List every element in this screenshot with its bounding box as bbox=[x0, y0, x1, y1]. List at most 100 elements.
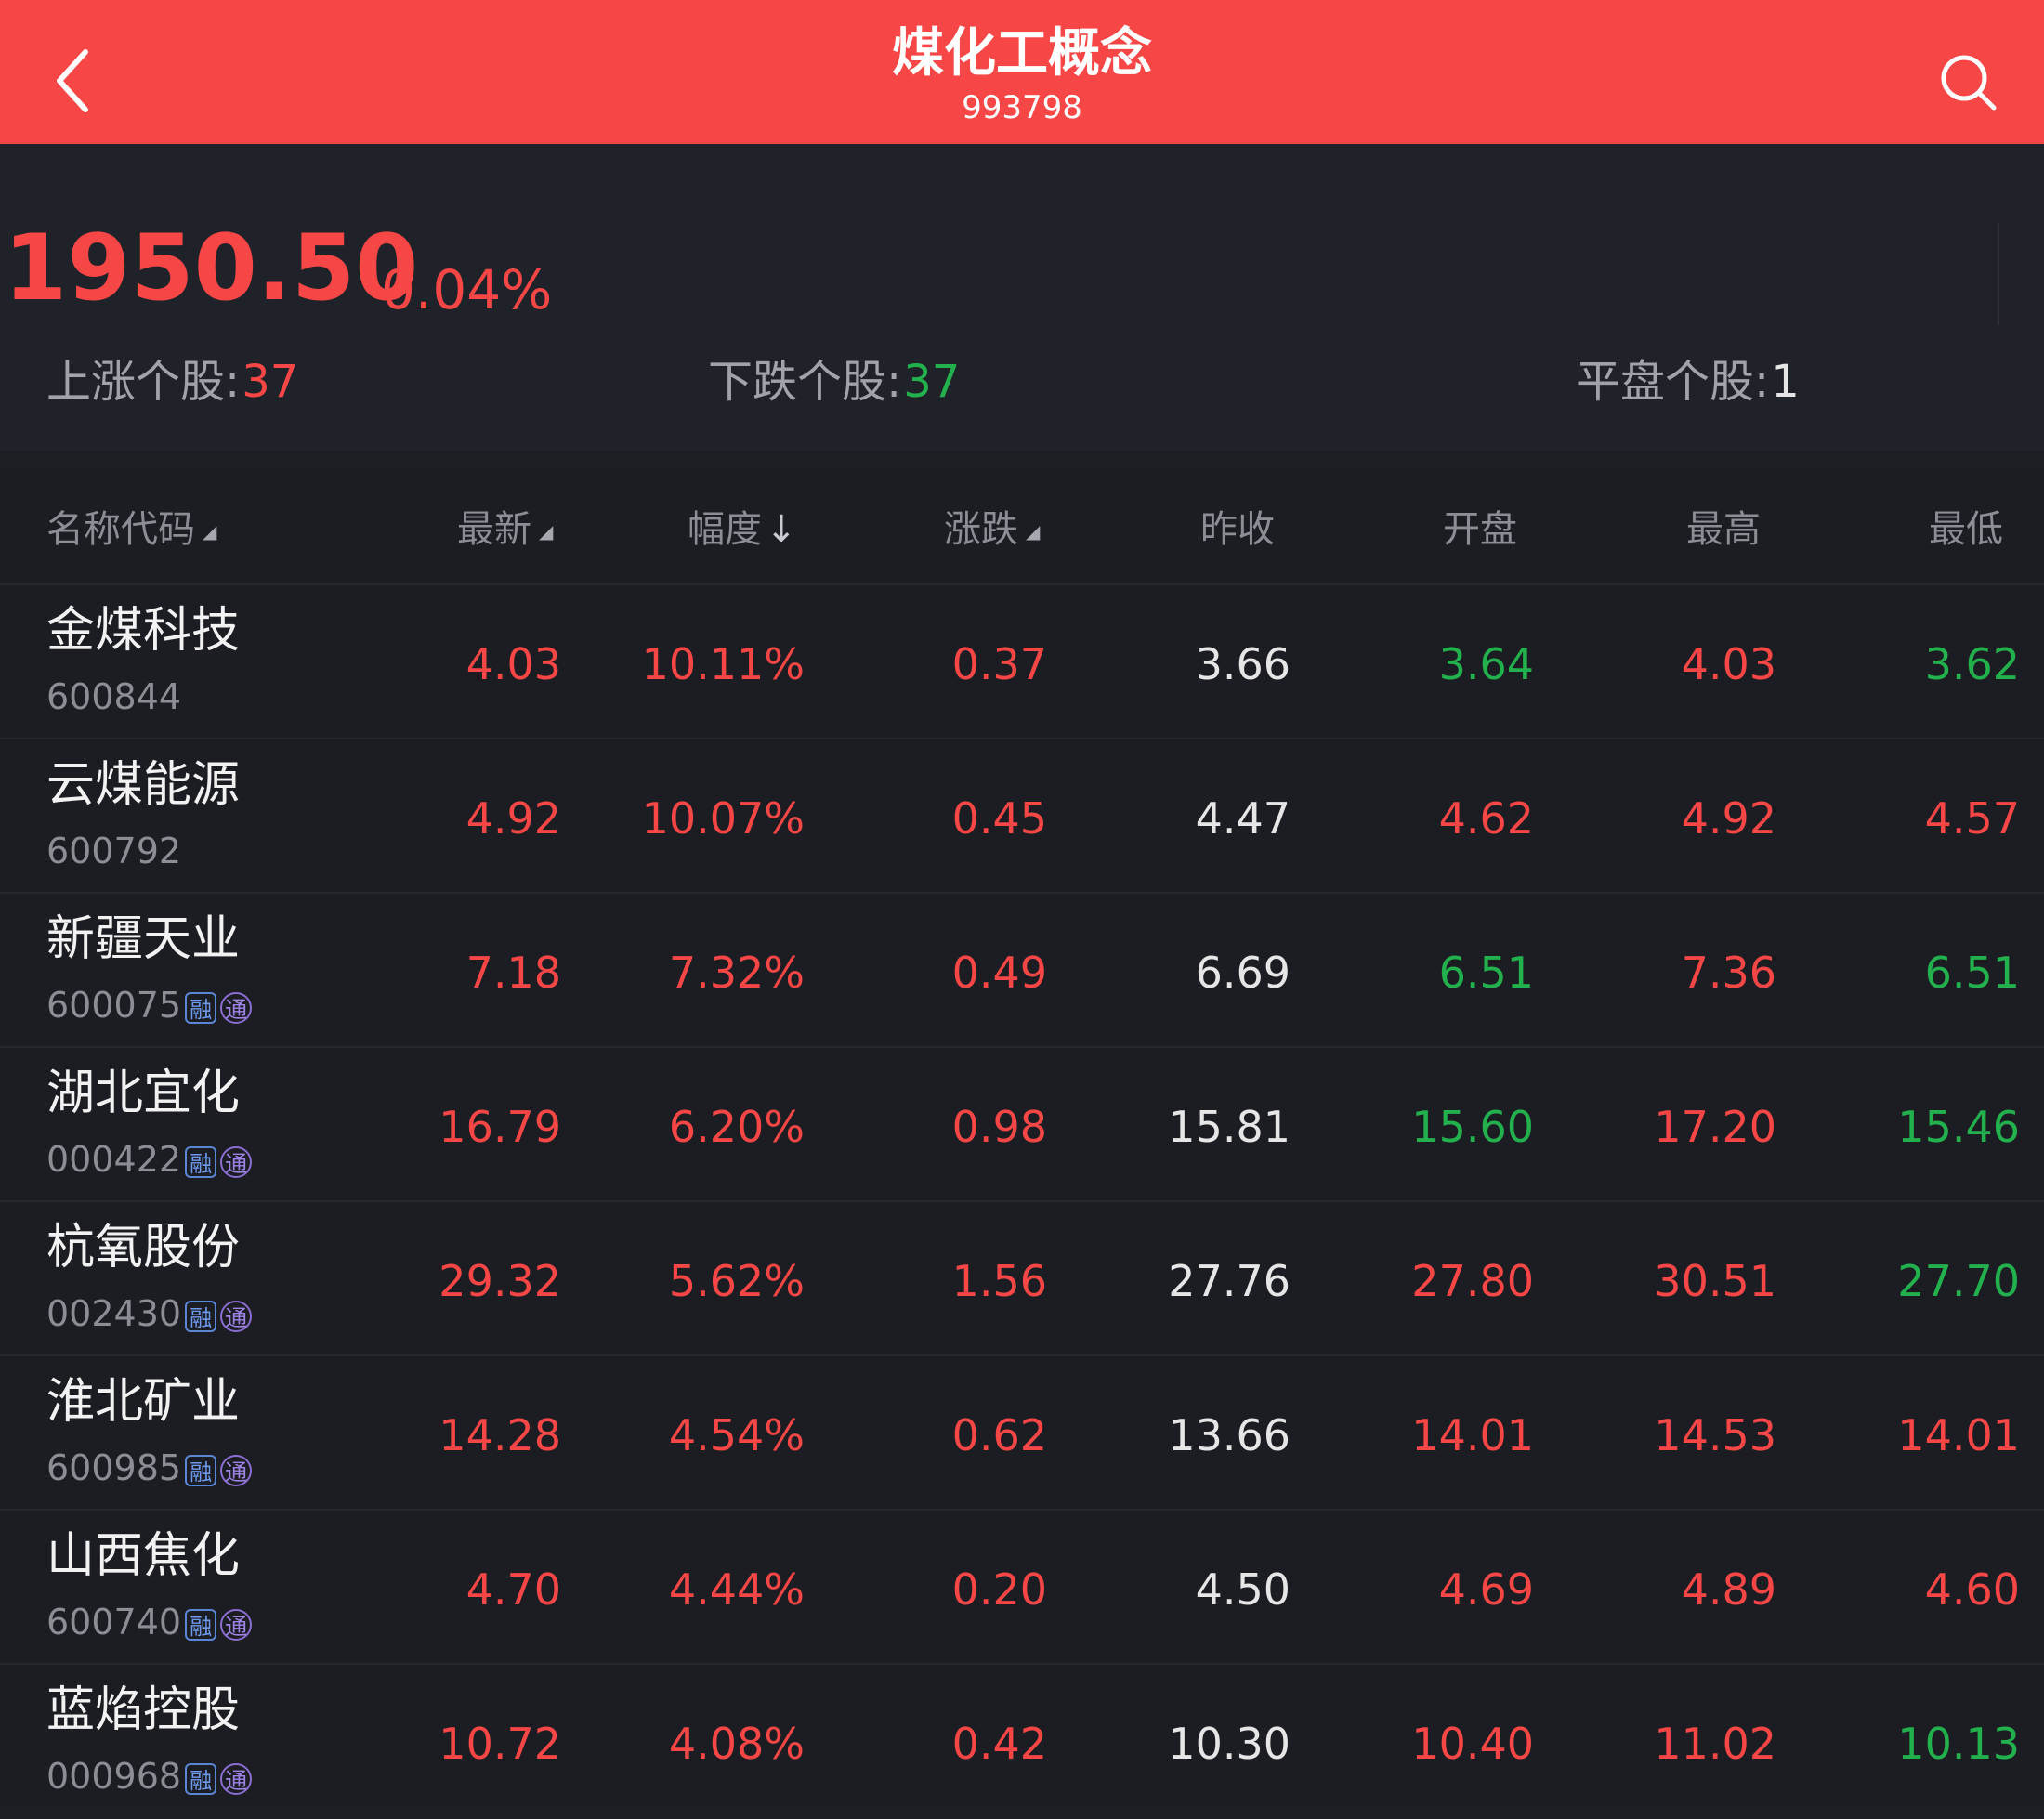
connect-badge: 通 bbox=[220, 991, 253, 1024]
table-row[interactable]: 蓝焰控股 000968 融通 10.72 4.08% 0.42 10.30 10.40 11.0… bbox=[0, 1663, 2044, 1819]
index-price: 1950.50 bbox=[4, 216, 419, 321]
cell-change: 0.49 bbox=[951, 948, 1047, 998]
cell-low: 10.13 bbox=[1897, 1719, 2020, 1769]
stock-code-line: 000422 融通 bbox=[46, 1139, 253, 1182]
column-low[interactable]: 最低 bbox=[1929, 507, 2003, 552]
stock-code: 600740 bbox=[46, 1602, 182, 1642]
cell-latest: 4.92 bbox=[465, 793, 561, 844]
sort-triangle-icon: ◢ bbox=[539, 520, 554, 543]
stock-name: 湖北宜化 bbox=[46, 1066, 241, 1121]
cell-open: 4.69 bbox=[1438, 1564, 1534, 1615]
cell-amplitude: 10.07% bbox=[641, 793, 805, 844]
cell-prev-close: 13.66 bbox=[1168, 1410, 1291, 1460]
cell-prev-close: 4.50 bbox=[1195, 1564, 1291, 1615]
stock-code: 000968 bbox=[46, 1756, 182, 1797]
stock-code: 600985 bbox=[46, 1447, 182, 1488]
divider bbox=[1998, 223, 1999, 325]
connect-badge: 通 bbox=[220, 1145, 253, 1178]
stock-code: 600075 bbox=[46, 985, 182, 1026]
cell-open: 3.64 bbox=[1438, 639, 1534, 689]
cell-amplitude: 4.44% bbox=[668, 1564, 805, 1615]
stock-name: 杭氧股份 bbox=[46, 1220, 241, 1276]
stock-code-line: 000968 融通 bbox=[46, 1756, 253, 1799]
cell-change: 0.37 bbox=[951, 639, 1047, 689]
cell-high: 17.20 bbox=[1654, 1102, 1776, 1152]
index-summary: 1950.50 0.04% 上涨个股:37 下跌个股:37 平盘个股:1 bbox=[0, 144, 2044, 451]
cell-prev-close: 6.69 bbox=[1195, 948, 1291, 998]
column-high[interactable]: 最高 bbox=[1686, 507, 1761, 552]
margin-badge: 融 bbox=[185, 1762, 217, 1795]
search-icon bbox=[1941, 55, 1997, 111]
cell-latest: 10.72 bbox=[439, 1719, 561, 1769]
title-bar: 煤化工概念 993798 bbox=[0, 0, 2044, 144]
cell-low: 4.57 bbox=[1924, 793, 2020, 844]
column-latest[interactable]: 最新 ◢ bbox=[457, 507, 553, 552]
table-row[interactable]: 云煤能源 600792 4.92 10.07% 0.45 4.47 4.62 4.92 4.57 bbox=[0, 738, 2044, 894]
cell-high: 14.53 bbox=[1654, 1410, 1776, 1460]
stock-code-line: 600740 融通 bbox=[46, 1602, 253, 1644]
cell-amplitude: 6.20% bbox=[668, 1102, 805, 1152]
column-open[interactable]: 开盘 bbox=[1443, 507, 1517, 552]
cell-high: 4.92 bbox=[1681, 793, 1776, 844]
stock-code-line: 600075 融通 bbox=[46, 985, 253, 1027]
stock-name: 云煤能源 bbox=[46, 757, 241, 813]
cell-amplitude: 5.62% bbox=[668, 1256, 805, 1306]
table-row[interactable]: 山西焦化 600740 融通 4.70 4.44% 0.20 4.50 4.69 4.89 4.6… bbox=[0, 1509, 2044, 1665]
stock-name: 新疆天业 bbox=[46, 911, 241, 967]
cell-open: 10.40 bbox=[1411, 1719, 1534, 1769]
margin-badge: 融 bbox=[185, 1454, 217, 1486]
cell-latest: 16.79 bbox=[439, 1102, 561, 1152]
stock-code: 600844 bbox=[46, 676, 182, 717]
column-name-code[interactable]: 名称代码 ◢ bbox=[46, 507, 216, 552]
table-row[interactable]: 湖北宜化 000422 融通 16.79 6.20% 0.98 15.81 15.60 17.2… bbox=[0, 1046, 2044, 1202]
cell-change: 0.98 bbox=[951, 1102, 1047, 1152]
stock-code: 600792 bbox=[46, 831, 182, 871]
flat-count-label: 平盘个股: bbox=[1576, 356, 1770, 408]
up-count-value: 37 bbox=[242, 356, 299, 408]
table-row[interactable]: 淮北矿业 600985 融通 14.28 4.54% 0.62 13.66 14.01 14.5… bbox=[0, 1354, 2044, 1511]
cell-latest: 7.18 bbox=[465, 948, 561, 998]
stock-name: 淮北矿业 bbox=[46, 1374, 241, 1430]
cell-latest: 4.70 bbox=[465, 1564, 561, 1615]
cell-prev-close: 4.47 bbox=[1195, 793, 1291, 844]
table-header: 名称代码 ◢ 最新 ◢ 幅度 ↓ 涨跌 ◢ 昨收 开盘 最高 最低 bbox=[0, 474, 2044, 583]
column-change[interactable]: 涨跌 ◢ bbox=[944, 507, 1040, 552]
column-amplitude[interactable]: 幅度 ↓ bbox=[688, 507, 797, 552]
connect-badge: 通 bbox=[220, 1300, 253, 1332]
stock-name: 蓝焰控股 bbox=[46, 1682, 241, 1738]
stock-code: 002430 bbox=[46, 1293, 182, 1334]
cell-low: 27.70 bbox=[1897, 1256, 2020, 1306]
cell-high: 4.89 bbox=[1681, 1564, 1776, 1615]
cell-open: 15.60 bbox=[1411, 1102, 1534, 1152]
sort-triangle-icon: ◢ bbox=[203, 520, 217, 543]
cell-open: 4.62 bbox=[1438, 793, 1534, 844]
column-prev-close[interactable]: 昨收 bbox=[1200, 507, 1275, 552]
stock-code-line: 002430 融通 bbox=[46, 1293, 253, 1336]
cell-latest: 14.28 bbox=[439, 1410, 561, 1460]
cell-change: 0.45 bbox=[951, 793, 1047, 844]
margin-badge: 融 bbox=[185, 1608, 217, 1641]
down-count-label: 下跌个股: bbox=[708, 356, 902, 408]
cell-low: 4.60 bbox=[1924, 1564, 2020, 1615]
sort-triangle-icon: ◢ bbox=[1026, 520, 1041, 543]
margin-badge: 融 bbox=[185, 1145, 217, 1178]
table-row[interactable]: 新疆天业 600075 融通 7.18 7.32% 0.49 6.69 6.51 7.36 6.5… bbox=[0, 892, 2044, 1048]
cell-amplitude: 4.08% bbox=[668, 1719, 805, 1769]
cell-low: 14.01 bbox=[1897, 1410, 2020, 1460]
flat-count: 平盘个股:1 bbox=[1576, 360, 1800, 404]
margin-badge: 融 bbox=[185, 991, 217, 1024]
stock-code-line: 600844 bbox=[46, 676, 181, 719]
connect-badge: 通 bbox=[220, 1608, 253, 1641]
cell-open: 14.01 bbox=[1411, 1410, 1534, 1460]
cell-change: 0.42 bbox=[951, 1719, 1047, 1769]
cell-change: 0.62 bbox=[951, 1410, 1047, 1460]
cell-prev-close: 3.66 bbox=[1195, 639, 1291, 689]
table-row[interactable]: 金煤科技 600844 4.03 10.11% 0.37 3.66 3.64 4.03 3.62 bbox=[0, 583, 2044, 739]
cell-prev-close: 15.81 bbox=[1168, 1102, 1291, 1152]
cell-latest: 4.03 bbox=[465, 639, 561, 689]
connect-badge: 通 bbox=[220, 1454, 253, 1486]
table-row[interactable]: 杭氧股份 002430 融通 29.32 5.62% 1.56 27.76 27.80 30.5… bbox=[0, 1200, 2044, 1356]
search-button[interactable] bbox=[1933, 46, 2007, 121]
down-count: 下跌个股:37 bbox=[708, 360, 960, 404]
stock-name: 山西焦化 bbox=[46, 1528, 241, 1584]
